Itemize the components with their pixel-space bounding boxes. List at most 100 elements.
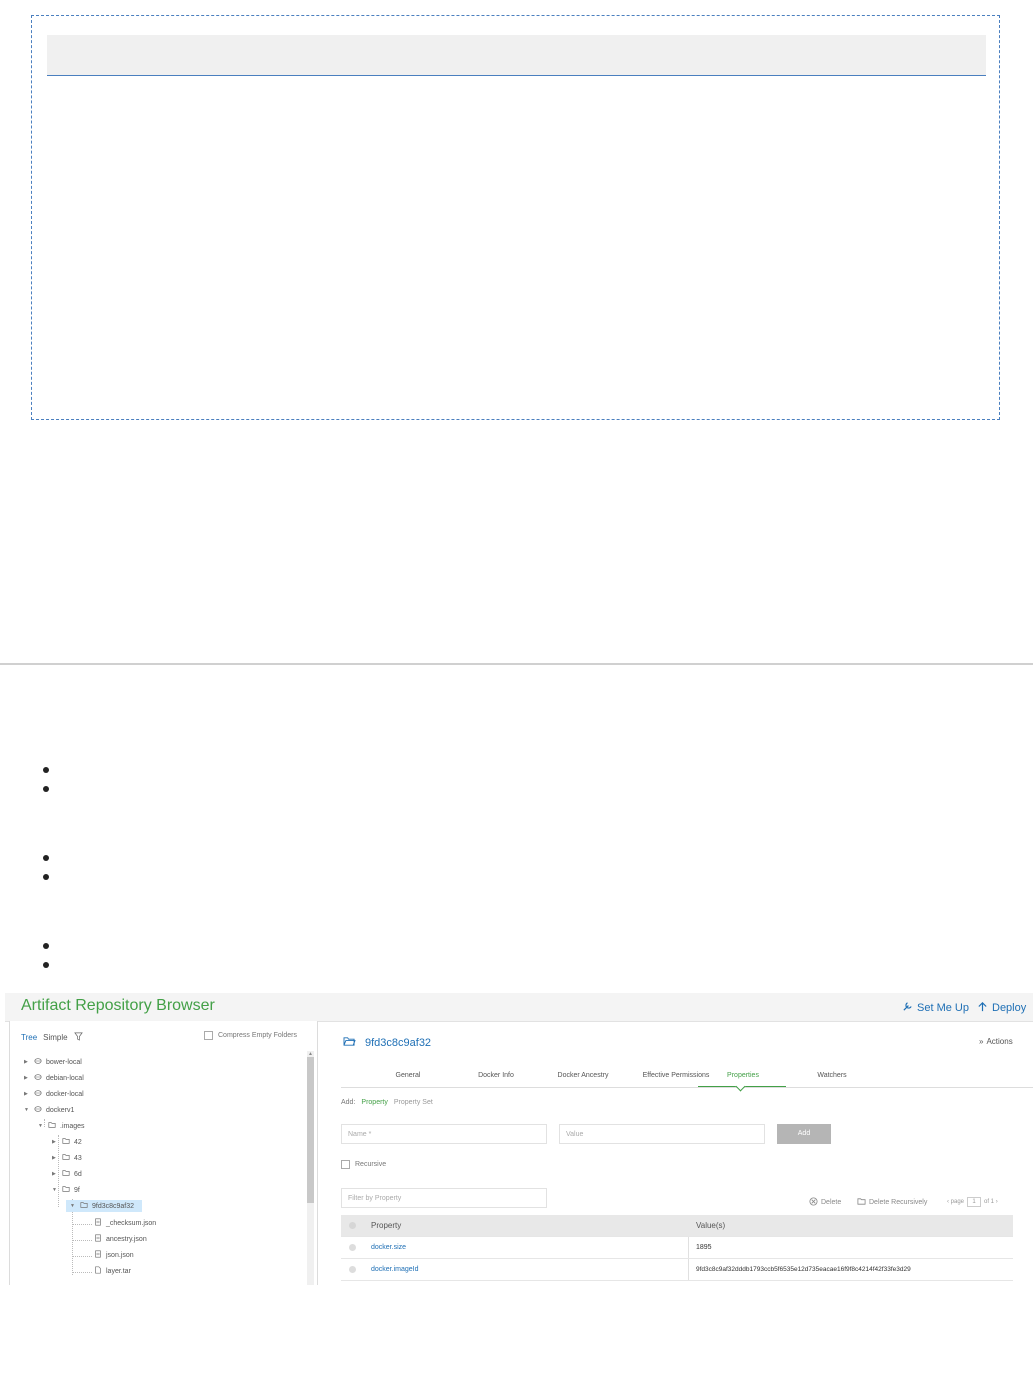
tree-node-repo[interactable]: ▼ dockerv1 [24,1104,74,1116]
recursive-label: Recursive [355,1161,387,1168]
pager-prev[interactable]: ‹ page [947,1199,964,1205]
compress-label: Compress Empty Folders [218,1032,297,1039]
tab-watchers[interactable]: Watchers [797,1072,867,1079]
artifact-browser-screenshot: Artifact Repository Browser Set Me Up De… [5,993,1033,1285]
folder-icon [62,1137,70,1147]
tree-node-folder[interactable]: ▶ 43 [52,1152,82,1164]
filter-by-property-input[interactable]: Filter by Property [341,1188,547,1208]
deploy-button[interactable]: Deploy [977,1001,1026,1015]
archive-file-icon [94,1266,102,1276]
bullet-point [43,767,49,773]
bullet-point [43,855,49,861]
page-number-input[interactable]: 1 [967,1197,982,1207]
recursive-option[interactable]: Recursive [341,1160,386,1169]
tab-tree[interactable]: Tree [21,1033,37,1042]
column-divider [688,1259,689,1280]
tree-connector [72,1256,92,1257]
tree-node-repo[interactable]: ▶ docker-local [24,1088,84,1100]
tree-node-file[interactable]: layer.tar [94,1265,131,1277]
property-name-link[interactable]: docker.size [371,1237,406,1258]
tree-node-selected-folder[interactable]: ▼ 9fd3c8c9af32 [66,1200,143,1212]
delete-button[interactable]: Delete [809,1197,841,1208]
tree-panel: Tree Simple Compress Empty Folders ▶ bow… [9,1021,318,1285]
table-row[interactable]: docker.imageId 9fd3c8c9af32dddb1793ccb5f… [341,1259,1013,1281]
tab-docker-ancestry[interactable]: Docker Ancestry [538,1072,628,1079]
item-name: 9fd3c8c9af32 [365,1037,432,1049]
tab-docker-info[interactable]: Docker Info [456,1072,536,1079]
upload-arrow-icon [977,1001,988,1015]
deploy-label: Deploy [992,1002,1027,1014]
tree-connector [72,1272,92,1273]
tree-node-file[interactable]: ancestry.json [94,1233,147,1245]
tree-node-label: json.json [106,1251,134,1259]
add-row: Add: Property Property Set [341,1099,433,1106]
folder-icon [62,1185,70,1195]
bullet-point [43,962,49,968]
tab-general[interactable]: General [373,1072,443,1079]
filter-icon[interactable] [73,1032,83,1043]
property-name-link[interactable]: docker.imageId [371,1259,418,1280]
pager-next[interactable]: of 1 › [984,1199,998,1205]
property-value: 1895 [696,1244,712,1251]
compress-empty-folders[interactable]: Compress Empty Folders [204,1031,297,1040]
set-me-up-label: Set Me Up [917,1002,969,1014]
tree-connector [72,1207,73,1275]
tree-node-label: .images [60,1122,85,1130]
tree-scrollbar[interactable]: ▲ [307,1051,314,1285]
tab-properties[interactable]: Properties [705,1072,781,1079]
table-header-row: Property Value(s) [341,1215,1013,1237]
tree-node-file[interactable]: json.json [94,1249,134,1261]
file-icon [94,1250,102,1260]
compress-checkbox[interactable] [204,1031,213,1040]
delete-recursively-label: Delete Recursively [869,1199,928,1206]
property-value-input[interactable]: Value [559,1124,765,1144]
tree-node-label: bower-local [46,1058,82,1066]
tree-node-file[interactable]: _checksum.json [94,1217,156,1229]
row-select-radio[interactable] [349,1244,356,1251]
tree-node-label: 43 [74,1154,82,1162]
package-icon [34,1057,42,1067]
tree-node-repo[interactable]: ▶ debian-local [24,1072,84,1084]
folder-icon [62,1153,70,1163]
add-property-option[interactable]: Property [361,1099,387,1106]
tree-node-label: 42 [74,1138,82,1146]
tree-node-label: debian-local [46,1074,84,1082]
tree-node-label: dockerv1 [46,1106,75,1114]
properties-table: Property Value(s) docker.size 1895 docke… [341,1215,1013,1281]
property-name-input[interactable]: Name * [341,1124,547,1144]
file-icon [94,1218,102,1228]
tree-node-label: layer.tar [106,1267,131,1275]
tree-node-folder[interactable]: ▶ 6d [52,1168,82,1180]
column-header-values[interactable]: Value(s) [696,1215,725,1236]
app-title: Artifact Repository Browser [21,997,215,1014]
row-select-radio[interactable] [349,1266,356,1273]
set-me-up-button[interactable]: Set Me Up [902,1001,969,1015]
tree-node-repo[interactable]: ▶ bower-local [24,1056,82,1068]
tree-node-folder[interactable]: ▼ 9f [52,1184,80,1196]
placeholder-header-bar [47,35,986,76]
add-property-set-option[interactable]: Property Set [394,1099,433,1106]
property-value: 9fd3c8c9af32dddb1793ccb5f6535e12d735eaca… [696,1266,911,1273]
column-header-property[interactable]: Property [371,1215,401,1236]
tree-view-tabs: Tree Simple [21,1032,83,1043]
app-header: Artifact Repository Browser Set Me Up De… [5,993,1033,1022]
table-row[interactable]: docker.size 1895 [341,1237,1013,1259]
tree-node-label: 6d [74,1170,82,1178]
tree-node-folder[interactable]: ▼ .images [38,1120,85,1132]
tab-simple[interactable]: Simple [43,1033,67,1042]
folder-icon [48,1121,56,1131]
recursive-checkbox[interactable] [341,1160,350,1169]
bullet-point [43,786,49,792]
add-property-button[interactable]: Add [777,1124,831,1144]
tree-connector [72,1224,92,1225]
delete-recursively-button[interactable]: Delete Recursively [857,1197,927,1208]
scrollbar-thumb[interactable] [307,1057,314,1203]
tree-node-folder[interactable]: ▶ 42 [52,1136,82,1148]
tree-node-label: 9fd3c8c9af32 [92,1202,135,1210]
folder-open-icon [343,1036,356,1050]
package-icon [34,1073,42,1083]
actions-menu[interactable]: » Actions [979,1037,1013,1046]
tree-node-label: ancestry.json [106,1235,147,1243]
tree-connector [72,1240,92,1241]
select-all-radio[interactable] [349,1222,356,1229]
